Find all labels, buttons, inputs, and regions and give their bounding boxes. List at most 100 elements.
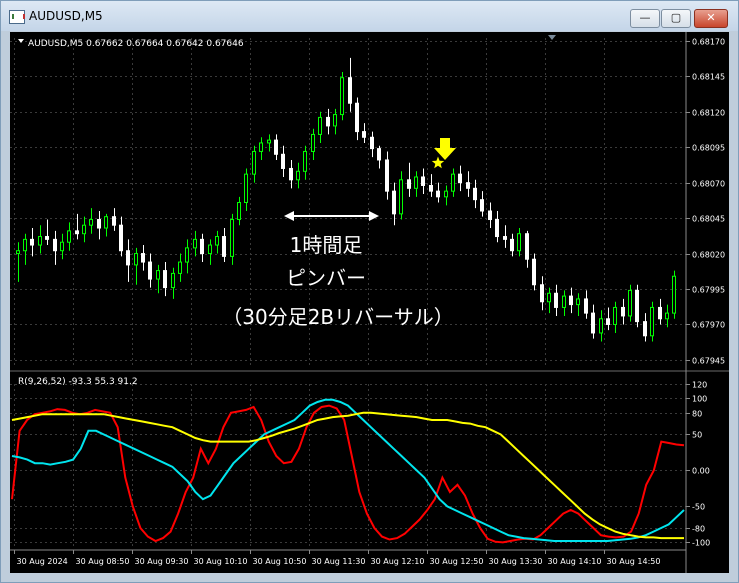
candle-body [429,184,433,192]
osc-tick-label: 0.00 [692,467,710,476]
candle-body [606,318,610,325]
candle-body [466,182,470,189]
x-tick-label: 30 Aug 13:30 [489,557,543,566]
annotation-line-1: 1時間足 [290,233,363,257]
candle-body [473,187,477,201]
candle-body [421,176,425,186]
price-tick-label: 0.68020 [692,251,725,260]
candle-body [569,295,573,306]
candle-body [82,224,86,235]
candle-body [296,170,300,181]
x-tick-label: 30 Aug 10:10 [194,557,248,566]
candle-body [208,244,212,255]
candle-body [67,230,71,243]
candle-body [407,179,411,189]
close-button[interactable]: ✕ [694,9,728,28]
scroll-marker-icon[interactable] [548,35,556,40]
price-tick-label: 0.68045 [692,215,725,224]
candle-body [38,236,42,246]
maximize-button[interactable]: ▢ [661,9,691,28]
chart-app-icon [9,10,25,24]
candle-body [119,224,123,252]
candle-body [385,159,389,192]
candle-body [185,247,189,263]
candle-body [650,306,654,337]
osc-tick-label: 100 [692,395,707,404]
candle-body [599,318,603,334]
candle-body [532,258,536,286]
osc-grid [10,384,686,546]
osc-panel-header: R(9,26,52) -93.3 55.3 91.2 [18,377,138,387]
candle-body [230,219,234,257]
osc-tick-label: 80 [692,410,702,419]
candle-body [156,270,160,280]
chart-area[interactable]: 0.68170 0.68145 0.68120 0.68095 0.68070 0.680… [10,32,729,573]
candle-body [495,219,499,238]
x-tick-label: 30 Aug 14:50 [607,557,661,566]
yellow-star-icon [431,156,445,169]
x-tick-label: 30 Aug 10:50 [253,557,307,566]
candle-body [576,298,580,306]
price-tick-label: 0.67970 [692,321,725,330]
candle-body [665,312,669,320]
candles [16,57,676,342]
candle-body [222,236,226,257]
candle-body [621,306,625,317]
candle-body [141,253,145,263]
osc-fast-line [11,404,685,544]
candle-body [289,167,293,181]
candle-body [399,179,403,215]
candle-body [303,150,307,172]
candle-body [591,312,595,334]
candle-body [333,114,337,127]
candle-body [104,216,108,229]
candle-body [444,190,448,198]
candle-body [436,190,440,198]
price-y-axis: 0.68170 0.68145 0.68120 0.68095 0.68070 0.680… [686,38,725,366]
candle-body [134,253,138,266]
candle-body [480,199,484,212]
price-tick-label: 0.68120 [692,109,725,118]
candle-body [326,116,330,127]
candle-body [525,233,529,260]
candle-body [200,238,204,255]
candle-body [89,219,93,226]
candle-body [163,270,167,289]
candle-body [562,295,566,308]
candle-body [458,173,462,184]
osc-tick-label: -100 [692,539,710,548]
candle-body [244,173,248,203]
candle-body [23,238,27,252]
candle-body [30,238,34,246]
candle-body [503,236,507,240]
candle-body [97,219,101,229]
candle-body [311,133,315,152]
candle-body [340,77,344,116]
candle-body [414,176,418,189]
candle-body [635,289,639,323]
candle-body [355,102,359,133]
annotation-line-2: ピンバー [286,266,366,290]
candle-body [451,173,455,192]
candle-body [318,116,322,135]
candle-body [215,236,219,246]
candle-body [259,142,263,152]
panel-menu-icon[interactable] [18,39,24,43]
title-bar[interactable]: AUDUSD,M5 — ▢ ✕ [1,1,738,31]
price-panel-header: AUDUSD,M5 0.67662 0.67664 0.67642 0.6764… [28,39,244,49]
minimize-button[interactable]: — [630,9,660,28]
candle-body [148,261,152,280]
x-tick-label: 30 Aug 12:10 [371,557,425,566]
chart-canvas[interactable]: 0.68170 0.68145 0.68120 0.68095 0.68070 0.680… [10,32,729,573]
x-tick-label: 30 Aug 08:50 [76,557,130,566]
candle-body [193,238,197,249]
price-tick-label: 0.68095 [692,144,725,153]
osc-tick-label: -80 [692,525,705,534]
x-tick-label: 30 Aug 14:10 [548,557,602,566]
candle-body [75,230,79,235]
candle-body [392,190,396,215]
candle-body [53,238,57,252]
osc-tick-label: 120 [692,381,707,390]
candle-body [362,131,366,138]
candle-body [274,139,278,155]
